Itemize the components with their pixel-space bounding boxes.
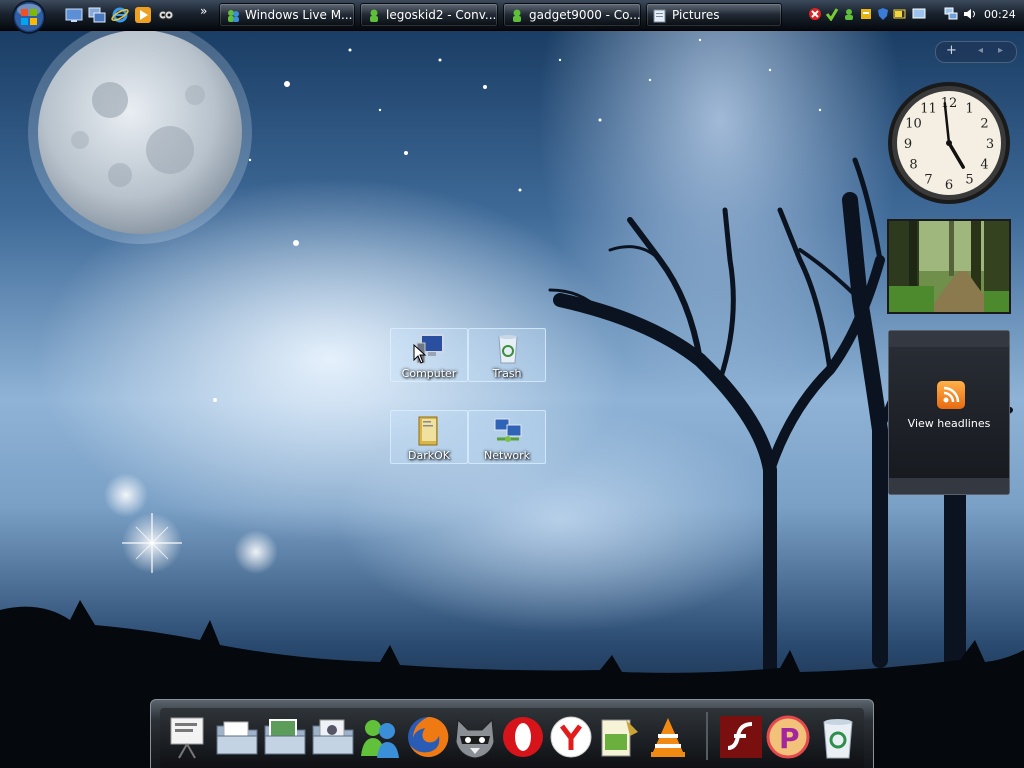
trash-icon — [498, 335, 518, 364]
slideshow-gadget[interactable] — [887, 219, 1011, 314]
switch-windows-icon[interactable] — [88, 6, 106, 24]
taskbar-clock[interactable]: 00:24 — [984, 8, 1016, 21]
firefox-icon[interactable] — [405, 714, 451, 760]
taskbar-button-windows-live-messenger[interactable]: Windows Live M... — [219, 3, 355, 27]
messenger-icon — [228, 10, 239, 22]
feed-headlines-gadget[interactable]: View headlines — [888, 330, 1010, 495]
windows-logo-icon — [12, 0, 46, 34]
close-red-icon[interactable] — [808, 7, 822, 21]
notepad-icon[interactable] — [596, 714, 642, 760]
sidebar-controls: + ◂ ▸ — [935, 41, 1017, 63]
update-icon[interactable] — [859, 7, 873, 21]
pictures-folder-icon[interactable] — [262, 714, 308, 760]
clock-number: 8 — [909, 158, 917, 173]
show-desktop-icon[interactable] — [65, 6, 83, 24]
rss-feed-icon — [937, 381, 965, 409]
view-headlines-link[interactable]: View headlines — [889, 417, 1009, 430]
desktop[interactable]: » Windows Live M... legoskid2 - Conv... … — [0, 0, 1024, 768]
media-player-icon[interactable] — [134, 6, 152, 24]
dock-separator — [706, 712, 708, 760]
sidebar-next-button[interactable]: ▸ — [998, 45, 1003, 56]
antivirus-icon[interactable] — [825, 7, 839, 21]
taskbar-button-label: Windows Live M... — [245, 8, 353, 22]
clock-number: 2 — [980, 117, 988, 132]
feed-footer-band — [889, 478, 1009, 494]
messenger-icon — [513, 9, 521, 22]
desktop-icon-network[interactable]: Network — [468, 410, 546, 464]
svg-text:P: P — [779, 722, 800, 755]
display-icon[interactable] — [912, 7, 926, 21]
clock-number: 9 — [904, 137, 912, 152]
vlc-icon[interactable] — [645, 714, 691, 760]
desktop-icon-computer[interactable]: Computer — [390, 328, 468, 382]
desktop-icon-trash[interactable]: Trash — [468, 328, 546, 382]
start-button[interactable] — [9, 0, 49, 34]
flash-icon[interactable] — [718, 714, 764, 760]
clock-gadget[interactable]: 12 1 2 3 4 5 6 7 8 9 10 11 — [886, 80, 1012, 206]
desktop-icon-label: Trash — [492, 367, 522, 380]
clock-number: 11 — [920, 101, 937, 116]
clock-number: 10 — [905, 117, 922, 132]
taskbar-button-legoskid2-conversation[interactable]: legoskid2 - Conv... — [360, 3, 498, 27]
quick-launch-overflow[interactable]: » — [200, 4, 207, 18]
taskbar-button-gadget9000-conversation[interactable]: gadget9000 - Co... — [503, 3, 641, 27]
messenger-icon — [370, 9, 378, 22]
recycle-bin-icon[interactable] — [815, 714, 861, 760]
analog-clock-face: 12 12 3 45678 9 1011 — [888, 82, 1010, 204]
clock-number: 5 — [965, 173, 973, 188]
clock-number: 3 — [986, 137, 994, 152]
messenger-icon[interactable] — [357, 714, 403, 760]
battery-icon[interactable] — [893, 7, 907, 21]
sidebar-prev-button[interactable]: ◂ — [978, 45, 983, 56]
folder-icon — [653, 9, 666, 23]
opera-icon[interactable] — [500, 714, 546, 760]
wallpaper-scene — [0, 20, 1024, 768]
clock-number: 12 — [941, 96, 958, 111]
clock-number: 7 — [924, 173, 932, 188]
messenger-tray-icon[interactable] — [842, 7, 856, 21]
taskbar-button-label: gadget9000 - Co... — [529, 8, 641, 22]
volume-icon[interactable] — [963, 7, 977, 21]
mouse-cursor-icon — [413, 344, 427, 364]
desktop-icon-darkok[interactable]: DarkOK — [390, 410, 468, 464]
presentation-icon[interactable] — [165, 714, 211, 760]
internet-explorer-icon[interactable] — [111, 6, 129, 24]
raccoon-icon[interactable] — [452, 714, 498, 760]
forest-photo — [889, 221, 1009, 312]
shield-icon[interactable] — [876, 7, 890, 21]
feed-header-band — [889, 331, 1009, 347]
desktop-icon-label: Network — [484, 449, 530, 462]
clock-number: 4 — [980, 158, 988, 173]
documents-folder-icon[interactable] — [214, 714, 260, 760]
taskbar-button-label: Pictures — [672, 8, 720, 22]
desktop-icon-label: Computer — [401, 367, 457, 380]
add-gadget-button[interactable]: + — [946, 43, 957, 58]
folder-icon — [418, 416, 438, 446]
owl-icon[interactable] — [157, 6, 175, 24]
yandex-icon[interactable] — [548, 714, 594, 760]
clock-number: 6 — [945, 178, 953, 193]
desktop-icon-label: DarkOK — [408, 449, 450, 462]
clock-number: 1 — [965, 101, 973, 116]
taskbar-button-label: legoskid2 - Conv... — [386, 8, 497, 22]
pidgin-p-icon[interactable]: P — [765, 714, 811, 760]
music-folder-icon[interactable] — [310, 714, 356, 760]
network-icon — [494, 418, 522, 442]
moon — [38, 30, 242, 234]
taskbar: » Windows Live M... legoskid2 - Conv... … — [0, 0, 1024, 34]
taskbar-button-pictures[interactable]: Pictures — [646, 3, 782, 27]
network-icon[interactable] — [944, 7, 958, 21]
